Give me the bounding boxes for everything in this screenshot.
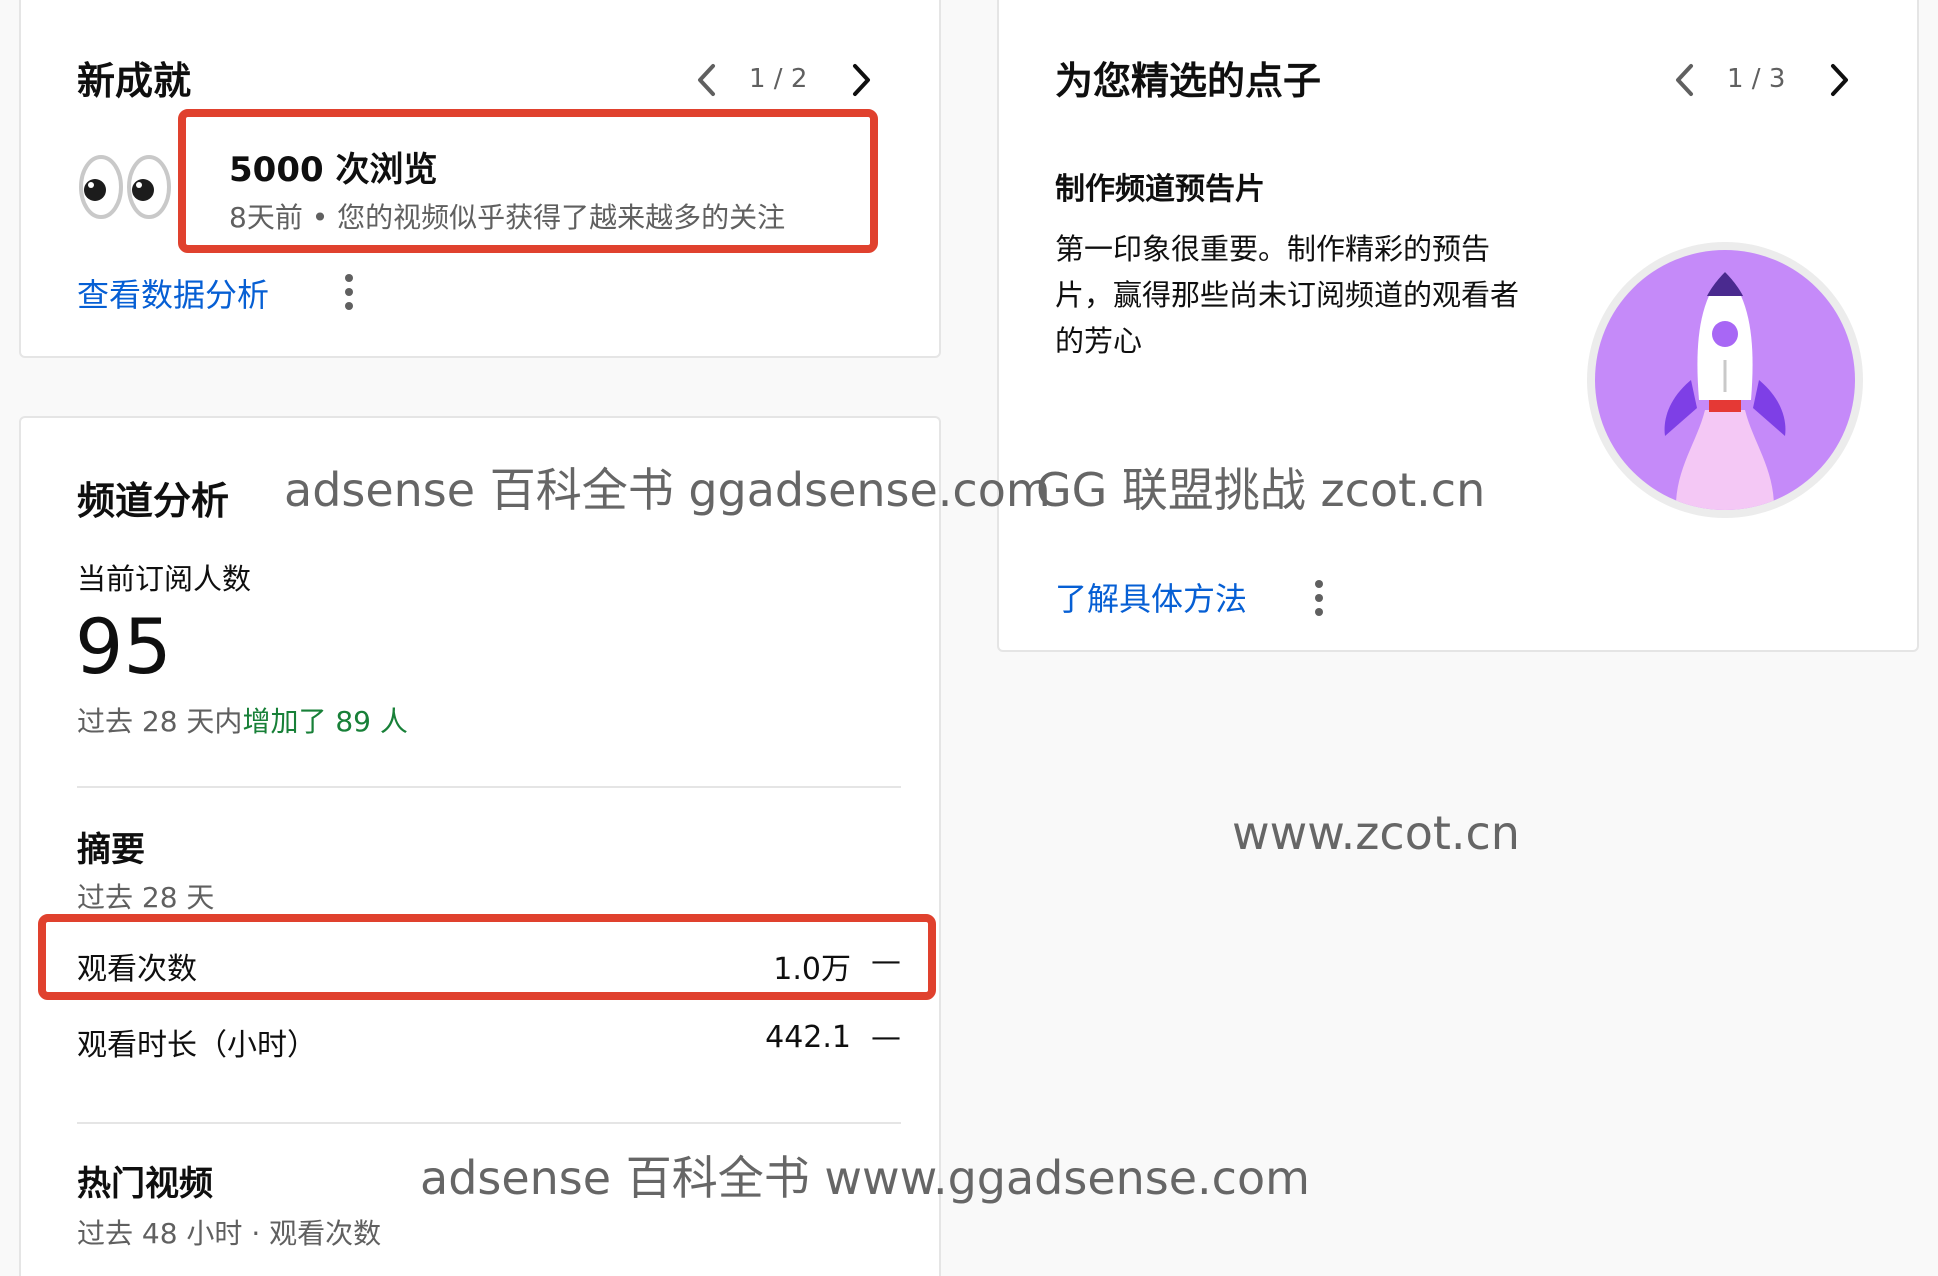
row-value: 442.1 (765, 1020, 851, 1055)
top-videos-meta: 过去 48 小时 · 观看次数 (77, 1217, 382, 1250)
achievements-pager: 1 / 2 (749, 64, 808, 94)
summary-row-watch-time[interactable]: 观看时长（小时） 442.1 — (77, 1018, 901, 1066)
highlight-box-achievement (178, 109, 878, 253)
summary-title: 摘要 (77, 830, 145, 870)
idea-body-line: 片，赢得那些尚未订阅频道的观看者 (1055, 278, 1520, 312)
eyes-emoji-icon (77, 152, 173, 226)
rocket-icon (1585, 240, 1865, 524)
subscribers-label: 当前订阅人数 (77, 562, 252, 596)
next-chevron-icon[interactable] (849, 62, 875, 102)
divider (77, 1122, 901, 1124)
subscribers-change: 过去 28 天内增加了 89 人 (77, 700, 408, 740)
highlight-box-views (38, 914, 936, 1000)
ideas-previous-chevron-icon[interactable] (1671, 62, 1697, 102)
ideas-next-chevron-icon[interactable] (1827, 62, 1853, 102)
previous-chevron-icon[interactable] (693, 62, 719, 102)
idea-body: 第一印象很重要。制作精彩的预告 片，赢得那些尚未订阅频道的观看者 的芳心 (1055, 226, 1555, 364)
subscribers-value: 95 (75, 602, 172, 691)
subscribers-change-value: 增加了 89 人 (242, 705, 408, 738)
achievements-title: 新成就 (77, 59, 192, 103)
ideas-card: 为您精选的点子 1 / 3 制作频道预告片 第一印象很重要。制作精彩的预告 片，… (997, 0, 1919, 652)
ideas-more-options-icon[interactable] (1315, 580, 1323, 622)
channel-analytics-card: 频道分析 当前订阅人数 95 过去 28 天内增加了 89 人 摘要 过去 28… (19, 416, 941, 1276)
ideas-title: 为您精选的点子 (1055, 59, 1322, 103)
subscribers-change-prefix: 过去 28 天内 (77, 705, 243, 738)
idea-subtitle: 制作频道预告片 (1055, 172, 1265, 207)
divider (77, 786, 901, 788)
top-videos-title: 热门视频 (77, 1164, 213, 1204)
more-options-icon[interactable] (345, 274, 353, 316)
idea-body-line: 第一印象很重要。制作精彩的预告 (1055, 232, 1491, 266)
view-analytics-link[interactable]: 查看数据分析 (77, 270, 269, 316)
achievements-card: 新成就 1 / 2 5000 次浏览 8天前 • 您的视频似乎获得了越来越多的关… (19, 0, 941, 358)
row-trend: — (871, 1020, 901, 1055)
idea-body-line: 的芳心 (1055, 324, 1143, 358)
watermark-text: www.zcot.cn (1232, 806, 1520, 860)
row-label: 观看时长（小时） (77, 1028, 317, 1063)
ideas-pager: 1 / 3 (1727, 64, 1786, 94)
summary-period: 过去 28 天 (77, 881, 215, 914)
analytics-title: 频道分析 (77, 479, 230, 523)
learn-how-link[interactable]: 了解具体方法 (1055, 574, 1247, 620)
